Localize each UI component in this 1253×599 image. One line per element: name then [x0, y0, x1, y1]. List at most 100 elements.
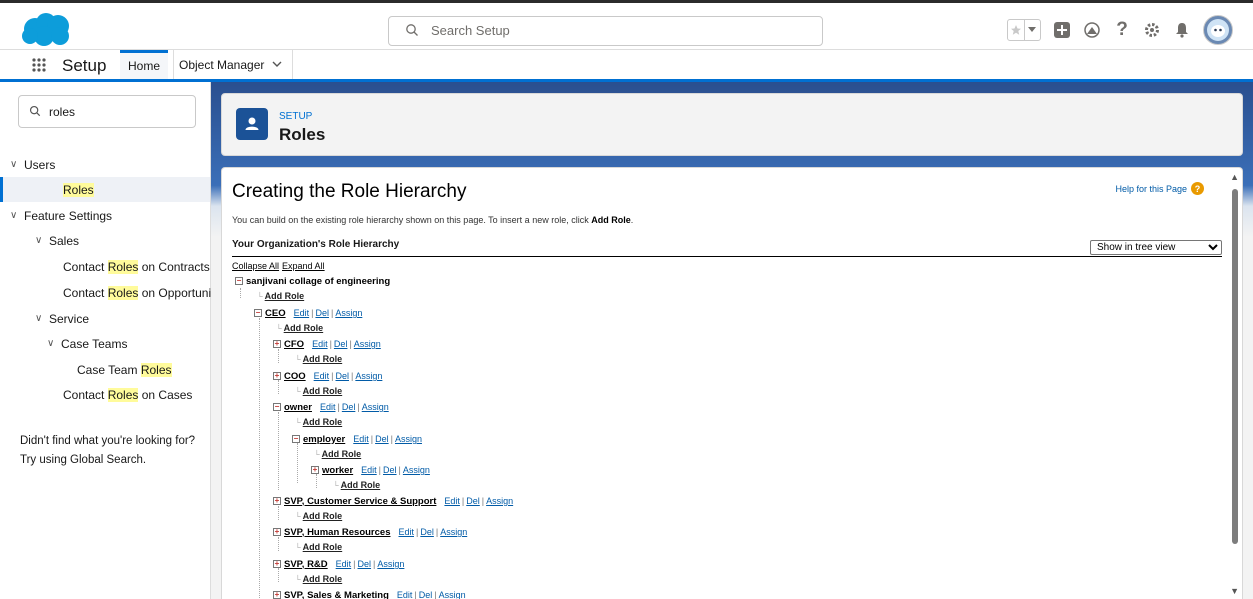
- bell-icon[interactable]: [1173, 21, 1191, 39]
- star-icon[interactable]: [1008, 20, 1025, 40]
- chevron-down-icon[interactable]: ∨: [10, 210, 24, 221]
- collapse-icon[interactable]: −: [235, 277, 243, 285]
- add-role-link[interactable]: Add Role: [265, 291, 305, 301]
- add-role-link[interactable]: Add Role: [322, 449, 362, 459]
- role-link-owner[interactable]: owner: [284, 402, 312, 413]
- app-launcher-icon[interactable]: [31, 57, 47, 73]
- role-link-worker[interactable]: worker: [322, 465, 353, 476]
- chevron-down-icon[interactable]: ∨: [10, 159, 24, 170]
- delete-link[interactable]: Del: [336, 371, 350, 381]
- expand-all-link[interactable]: Expand All: [282, 261, 325, 271]
- assign-link[interactable]: Assign: [362, 402, 389, 412]
- edit-link[interactable]: Edit: [444, 496, 460, 506]
- delete-link[interactable]: Del: [383, 465, 397, 475]
- help-link[interactable]: Help for this Page ?: [1115, 182, 1204, 195]
- add-role-link[interactable]: Add Role: [303, 542, 343, 552]
- assign-link[interactable]: Assign: [395, 434, 422, 444]
- add-role-link[interactable]: Add Role: [303, 386, 343, 396]
- expand-icon[interactable]: +: [311, 466, 319, 474]
- add-role-link[interactable]: Add Role: [303, 574, 343, 584]
- assign-link[interactable]: Assign: [377, 559, 404, 569]
- chevron-down-icon[interactable]: [1025, 20, 1041, 40]
- collapse-all-link[interactable]: Collapse All: [232, 261, 279, 271]
- role-link-ceo[interactable]: CEO: [265, 308, 286, 319]
- expand-icon[interactable]: +: [273, 528, 281, 536]
- sidebar-item-feature-settings[interactable]: ∨ Feature Settings: [0, 203, 220, 228]
- delete-link[interactable]: Del: [334, 339, 348, 349]
- quick-find-box[interactable]: [18, 95, 196, 128]
- view-mode-select[interactable]: Show in tree view: [1090, 240, 1222, 255]
- edit-link[interactable]: Edit: [320, 402, 336, 412]
- sidebar-item-roles[interactable]: Roles: [0, 177, 210, 202]
- sidebar-item-sales[interactable]: ∨ Sales: [0, 228, 245, 253]
- expand-icon[interactable]: +: [273, 372, 281, 380]
- collapse-icon[interactable]: −: [254, 309, 262, 317]
- add-role-link[interactable]: Add Role: [284, 323, 324, 333]
- scroll-up-icon[interactable]: ▲: [1230, 172, 1239, 182]
- chevron-down-icon[interactable]: ∨: [35, 235, 49, 246]
- expand-icon[interactable]: +: [273, 591, 281, 599]
- scroll-down-icon[interactable]: ▼: [1230, 586, 1239, 596]
- chevron-down-icon[interactable]: [272, 61, 282, 68]
- tab-home[interactable]: Home: [120, 50, 168, 79]
- add-role-link[interactable]: Add Role: [341, 480, 381, 490]
- delete-link[interactable]: Del: [375, 434, 389, 444]
- role-link-employer[interactable]: employer: [303, 434, 345, 445]
- delete-link[interactable]: Del: [342, 402, 356, 412]
- assign-link[interactable]: Assign: [354, 339, 381, 349]
- edit-link[interactable]: Edit: [312, 339, 328, 349]
- trailhead-icon[interactable]: [1083, 21, 1101, 39]
- collapse-icon[interactable]: −: [292, 435, 300, 443]
- global-search-box[interactable]: [388, 16, 823, 46]
- edit-link[interactable]: Edit: [314, 371, 330, 381]
- vertical-scrollbar[interactable]: ▲ ▼: [1228, 168, 1242, 599]
- salesforce-logo-icon[interactable]: [20, 12, 72, 48]
- assign-link[interactable]: Assign: [335, 308, 362, 318]
- edit-link[interactable]: Edit: [336, 559, 352, 569]
- expand-icon[interactable]: +: [273, 340, 281, 348]
- quick-find-input[interactable]: [47, 104, 191, 120]
- collapse-icon[interactable]: −: [273, 403, 281, 411]
- role-link-svp-sales-marketing[interactable]: SVP, Sales & Marketing: [284, 590, 389, 599]
- tree-guide-line: [297, 443, 298, 483]
- sidebar-item-users[interactable]: ∨ Users: [0, 152, 220, 177]
- tab-object-manager[interactable]: Object Manager: [173, 50, 294, 79]
- add-role-link[interactable]: Add Role: [303, 354, 343, 364]
- expand-icon[interactable]: +: [273, 560, 281, 568]
- role-link-svp-human-resources[interactable]: SVP, Human Resources: [284, 527, 390, 538]
- assign-link[interactable]: Assign: [355, 371, 382, 381]
- role-link-cfo[interactable]: CFO: [284, 339, 304, 350]
- delete-link[interactable]: Del: [315, 308, 329, 318]
- assign-link[interactable]: Assign: [440, 527, 467, 537]
- help-icon[interactable]: ?: [1113, 19, 1131, 40]
- avatar[interactable]: [1203, 15, 1233, 45]
- delete-link[interactable]: Del: [466, 496, 480, 506]
- assign-link[interactable]: Assign: [403, 465, 430, 475]
- role-link-svp-rd[interactable]: SVP, R&D: [284, 559, 328, 570]
- role-link-svp-customer-service[interactable]: SVP, Customer Service & Support: [284, 496, 436, 507]
- delete-link[interactable]: Del: [419, 590, 433, 599]
- edit-link[interactable]: Edit: [294, 308, 310, 318]
- help-icon[interactable]: ?: [1191, 182, 1204, 195]
- delete-link[interactable]: Del: [420, 527, 434, 537]
- delete-link[interactable]: Del: [358, 559, 372, 569]
- edit-link[interactable]: Edit: [398, 527, 414, 537]
- add-role-row: └ Add Role: [257, 289, 304, 303]
- add-icon[interactable]: [1053, 21, 1071, 39]
- edit-link[interactable]: Edit: [361, 465, 377, 475]
- assign-link[interactable]: Assign: [486, 496, 513, 506]
- sidebar-item-service[interactable]: ∨ Service: [0, 306, 245, 331]
- expand-icon[interactable]: +: [273, 497, 281, 505]
- global-search-input[interactable]: [429, 22, 813, 39]
- chevron-down-icon[interactable]: ∨: [35, 313, 49, 324]
- assign-link[interactable]: Assign: [439, 590, 466, 599]
- gear-icon[interactable]: [1143, 21, 1161, 39]
- chevron-down-icon[interactable]: ∨: [47, 338, 61, 349]
- edit-link[interactable]: Edit: [397, 590, 413, 599]
- scrollbar-thumb[interactable]: [1232, 189, 1238, 544]
- role-link-coo[interactable]: COO: [284, 371, 306, 382]
- add-role-link[interactable]: Add Role: [303, 417, 343, 427]
- edit-link[interactable]: Edit: [353, 434, 369, 444]
- add-role-link[interactable]: Add Role: [303, 511, 343, 521]
- favorites-button[interactable]: [1007, 19, 1041, 41]
